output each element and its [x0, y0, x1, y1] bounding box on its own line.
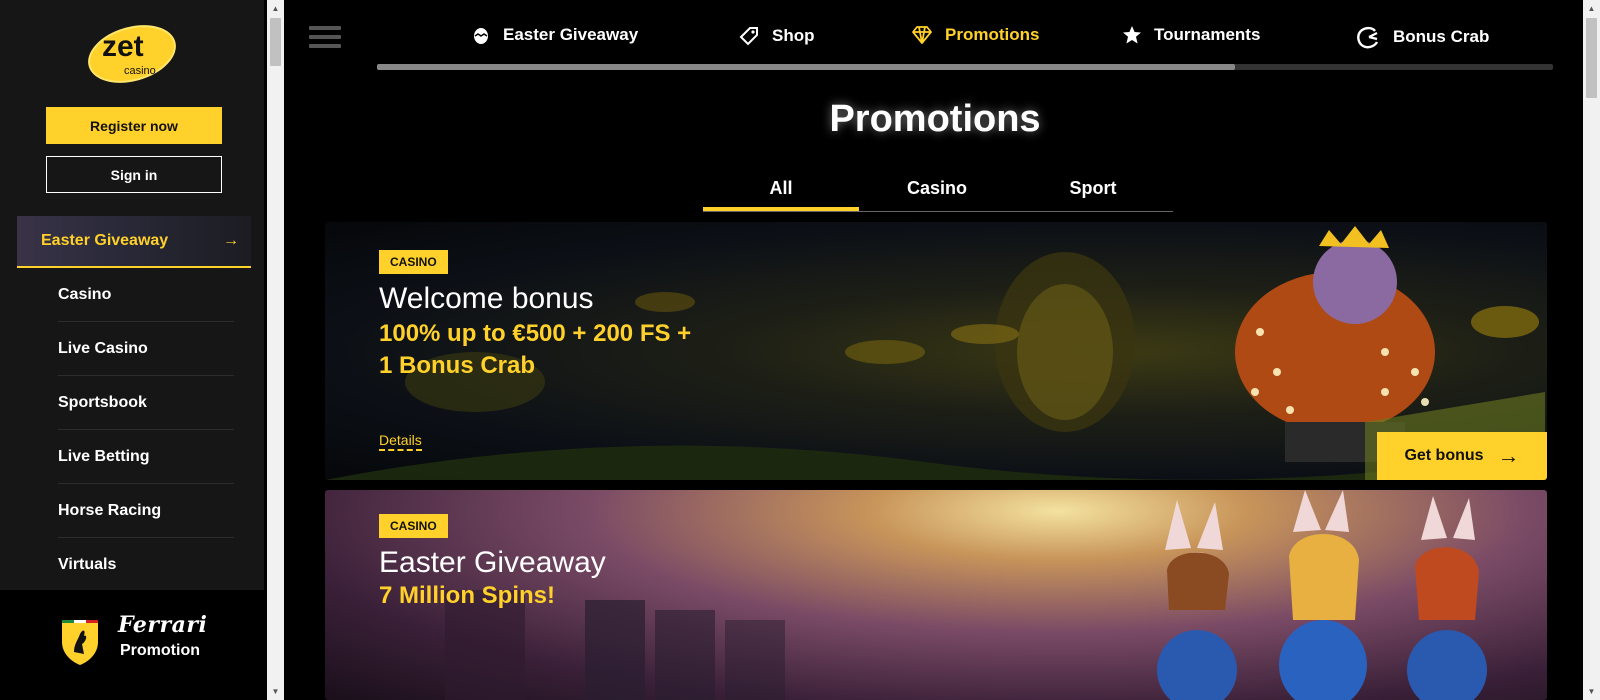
- topnav-label: Bonus Crab: [1393, 27, 1490, 46]
- sidebar-item-label: Live Betting: [58, 447, 150, 465]
- promo-card-easter-giveaway: CASINO Easter Giveaway 7 Million Spins!: [325, 490, 1547, 700]
- menu-icon[interactable]: [309, 26, 341, 50]
- topnav-promotions[interactable]: Promotions: [911, 25, 1039, 45]
- sidebar-item-live-casino[interactable]: Live Casino: [58, 322, 234, 376]
- page-scrollbar[interactable]: ▲ ▼: [1583, 0, 1600, 700]
- promotion-tabs: All Casino Sport: [703, 172, 1173, 212]
- sidebar-item-virtuals[interactable]: Virtuals: [58, 538, 234, 592]
- egg-icon: [474, 28, 488, 44]
- topnav-bonus-crab[interactable]: Bonus Crab: [1355, 25, 1489, 49]
- sidebar-item-sportsbook[interactable]: Sportsbook: [58, 376, 234, 430]
- topnav-shop[interactable]: Shop: [738, 25, 815, 47]
- main-content: Easter Giveaway Shop Promotions Tourname…: [287, 0, 1583, 700]
- promo-title: Welcome bonus: [379, 282, 594, 315]
- logo-sub: casino: [124, 65, 156, 77]
- diamond-icon: [912, 26, 932, 44]
- promo-title: Easter Giveaway: [379, 546, 606, 579]
- get-bonus-label: Get bonus: [1404, 447, 1484, 464]
- sidebar-item-easter-giveaway[interactable]: Easter Giveaway →: [17, 216, 251, 268]
- topnav-label: Shop: [772, 26, 815, 45]
- topnav-label: Promotions: [945, 25, 1040, 44]
- ferrari-brand: Ferrari: [118, 612, 208, 638]
- page-scroll-thumb[interactable]: [1586, 18, 1597, 98]
- topnav-scroll-track[interactable]: [377, 64, 1553, 70]
- promo-badge: CASINO: [379, 250, 448, 274]
- page-title: Promotions: [829, 98, 1041, 140]
- sidebar: zet casino Register now Sign in Easter G…: [0, 0, 264, 700]
- ferrari-promotion-label: Promotion: [120, 642, 200, 659]
- sidebar-item-casino[interactable]: Casino: [58, 268, 234, 322]
- sign-in-button[interactable]: Sign in: [46, 156, 222, 193]
- topnav-tournaments[interactable]: Tournaments: [1122, 25, 1260, 45]
- zet-casino-logo[interactable]: zet casino: [82, 20, 186, 86]
- tab-casino[interactable]: Casino: [859, 172, 1015, 211]
- promo-subtitle: 100% up to €500 + 200 FS + 1 Bonus Crab: [379, 320, 692, 379]
- sidebar-item-label: Virtuals: [58, 556, 117, 573]
- sidebar-scroll-thumb[interactable]: [270, 18, 281, 66]
- scroll-up-icon[interactable]: ▲: [267, 0, 284, 17]
- topnav-label: Easter Giveaway: [503, 25, 639, 44]
- scroll-down-icon[interactable]: ▼: [267, 683, 284, 700]
- ferrari-shield-icon: [62, 620, 98, 665]
- sidebar-item-label: Live Casino: [58, 339, 148, 357]
- promo-details-link[interactable]: Details: [379, 432, 422, 451]
- sidebar-item-label: Sportsbook: [58, 393, 147, 411]
- arrow-right-icon: →: [1497, 443, 1520, 468]
- sidebar-nav: Easter Giveaway → Casino Live Casino Spo…: [0, 216, 264, 592]
- get-bonus-button[interactable]: Get bonus →: [1377, 432, 1547, 480]
- sidebar-item-label: Easter Giveaway: [41, 232, 169, 249]
- tab-all[interactable]: All: [703, 172, 859, 211]
- star-icon: [1123, 26, 1141, 44]
- tab-sport[interactable]: Sport: [1015, 172, 1171, 211]
- arrow-right-icon: →: [223, 232, 239, 249]
- scroll-up-icon[interactable]: ▲: [1583, 0, 1600, 17]
- sidebar-scrollbar[interactable]: ▲ ▼: [267, 0, 284, 700]
- crab-claw-icon: [1357, 26, 1379, 49]
- top-navigation: Easter Giveaway Shop Promotions Tourname…: [287, 0, 1583, 70]
- sidebar-item-live-betting[interactable]: Live Betting: [58, 430, 234, 484]
- scroll-down-icon[interactable]: ▼: [1583, 683, 1600, 700]
- promo-subtitle: 7 Million Spins!: [379, 582, 556, 609]
- topnav-scroll-thumb[interactable]: [377, 64, 1236, 70]
- ferrari-promotion-banner[interactable]: Ferrari Promotion: [0, 590, 264, 700]
- promo-badge: CASINO: [379, 514, 448, 538]
- promo-card-welcome-bonus: CASINO Welcome bonus 100% up to €500 + 2…: [325, 222, 1547, 480]
- sidebar-item-label: Horse Racing: [58, 501, 162, 519]
- topnav-easter-giveaway[interactable]: Easter Giveaway: [471, 25, 638, 45]
- sidebar-item-horse-racing[interactable]: Horse Racing: [58, 484, 234, 538]
- shop-tag-icon: [739, 27, 758, 46]
- sidebar-item-label: Casino: [58, 285, 112, 303]
- register-now-button[interactable]: Register now: [46, 107, 222, 144]
- topnav-label: Tournaments: [1154, 25, 1261, 44]
- logo-text: zet: [102, 30, 144, 63]
